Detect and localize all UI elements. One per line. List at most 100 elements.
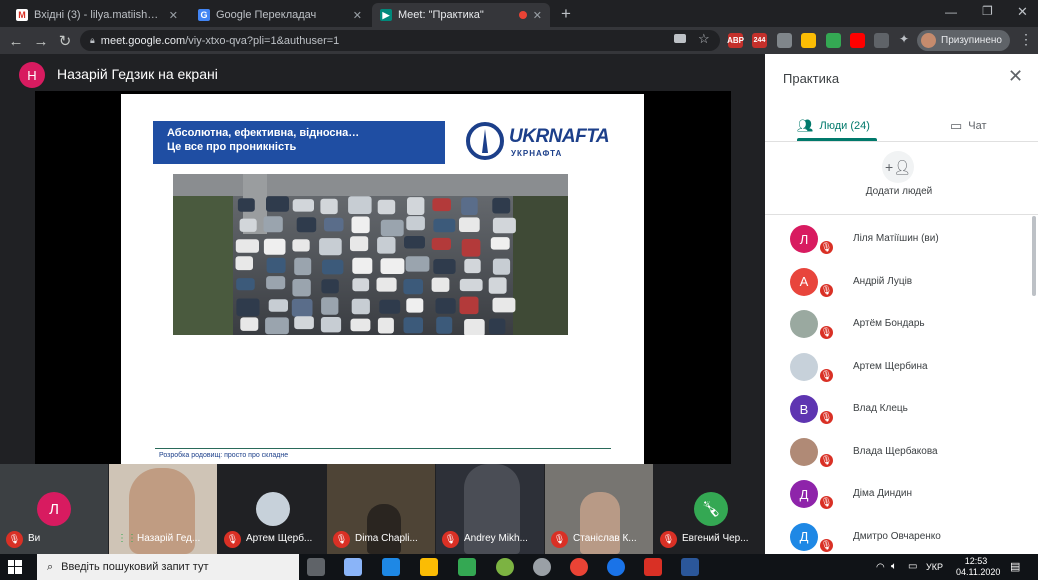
task-view-icon[interactable] (307, 558, 325, 576)
presentation-slide: Абсолютна, ефективна, відносна… Це все п… (121, 94, 644, 464)
puzzle-icon[interactable]: ✦ (899, 32, 909, 46)
scrollbar[interactable] (1032, 216, 1036, 296)
language-indicator[interactable]: УКР (926, 562, 943, 572)
participant-tile[interactable]: 🎙︎ Станіслав К... (545, 464, 653, 554)
avatar (790, 310, 818, 338)
participant-name: Артем Щерб... (246, 533, 313, 544)
camera-icon[interactable] (674, 34, 686, 43)
folder-icon[interactable] (420, 558, 438, 576)
participant-name: Ви (28, 533, 41, 544)
participant-name: Станіслав К... (573, 533, 637, 544)
logo-subtitle: УКРНАФТА (511, 149, 563, 158)
participant-tile[interactable]: 🍾︎ 🎙︎ Евгений Чер... (654, 464, 765, 554)
search-placeholder: Введіть пошуковий запит тут (61, 561, 209, 573)
logo-text: UKRNAFTA (509, 126, 610, 147)
participant-name: Андрій Луців (853, 275, 913, 287)
tab-chat[interactable]: ▭ Чат (950, 110, 987, 142)
close-icon[interactable]: ✕ (353, 9, 362, 22)
ext-teal-icon[interactable] (826, 33, 841, 48)
search-icon: ⌕ (47, 560, 54, 573)
youtube-icon[interactable] (850, 33, 865, 48)
tab-gmail[interactable]: M Вхідні (3) - lilya.matiishun@gmai ✕ (8, 3, 186, 27)
app-icon[interactable] (496, 558, 514, 576)
close-icon[interactable]: ✕ (169, 9, 178, 22)
chrome-icon[interactable] (570, 558, 588, 576)
participant-row[interactable]: Л 🎙︎ Ліля Матіїшин (ви) (765, 221, 1038, 263)
battery-icon[interactable]: ▭ (908, 561, 917, 572)
participant-name: Ліля Матіїшин (ви) (853, 233, 939, 244)
mic-off-icon: 🎙︎ (660, 531, 677, 548)
avatar: Д (790, 480, 818, 508)
participant-row[interactable]: 🎙︎ Влада Щербакова (765, 434, 1038, 476)
tab-meet[interactable]: ▶ Meet: "Практика" ✕ (372, 3, 550, 27)
mic-off-icon: 🎙︎ (224, 531, 241, 548)
mail-badge-icon[interactable]: 244 (752, 33, 767, 48)
app-icon[interactable] (382, 558, 400, 576)
clock[interactable]: 12:53 04.11.2020 (956, 556, 1001, 578)
taskbar-search[interactable]: ⌕ Введіть пошуковий запит тут (37, 554, 299, 580)
avatar: Л (37, 492, 71, 526)
abp-icon[interactable]: ABP (727, 33, 744, 48)
participant-name: Назарій Гед... (137, 533, 201, 544)
profile-button[interactable]: Призупинено (917, 30, 1010, 51)
video-feed (367, 504, 401, 554)
forward-button[interactable]: → (31, 31, 51, 51)
address-bar[interactable]: 🔒︎ meet.google.com /viy-xtxo-qva?pli=1&a… (80, 30, 720, 51)
avatar (790, 437, 818, 466)
participant-row[interactable]: В 🎙︎ Влад Клець (765, 391, 1038, 433)
participant-name: Dima Chapli... (355, 533, 418, 544)
star-icon[interactable]: ☆ (698, 31, 710, 47)
new-tab-button[interactable]: + (561, 4, 571, 24)
url-path: /viy-xtxo-qva?pli=1&authuser=1 (185, 34, 340, 47)
gmail-icon: M (16, 9, 28, 21)
participant-name: Andrey Mikh... (464, 533, 528, 544)
presenter-avatar: Н (19, 62, 45, 88)
ext-yellow-icon[interactable] (801, 33, 816, 48)
ext-dark-icon[interactable] (874, 33, 889, 48)
clock-date: 04.11.2020 (956, 567, 1001, 577)
slide-banner: Абсолютна, ефективна, відносна… Це все п… (153, 121, 445, 164)
mic-off-icon: 🎙︎ (818, 536, 835, 554)
participant-tile[interactable]: 🎙︎ Артем Щерб... (218, 464, 326, 554)
participant-row[interactable]: 🎙︎ Артем Щербина (765, 349, 1038, 391)
participant-tile[interactable]: 🎙︎ Andrey Mikh... (436, 464, 544, 554)
windows-taskbar: ⌕ Введіть пошуковий запит тут ◠ 🔈︎ ▭ УКР… (0, 554, 1038, 580)
meet-icon: ▶ (380, 9, 392, 21)
word-icon[interactable] (681, 558, 699, 576)
participant-row[interactable]: Д 🎙︎ Діма Диндин (765, 476, 1038, 518)
participant-row[interactable]: А 🎙︎ Андрій Луців (765, 264, 1038, 306)
app-icon[interactable] (607, 558, 625, 576)
mic-off-icon: 🎙︎ (818, 281, 835, 299)
participant-tile[interactable]: ⋮⋮ Назарій Гед... (109, 464, 217, 554)
participant-name: Влада Щербакова (853, 445, 938, 457)
participant-row[interactable]: 🎙︎ Артём Бондарь (765, 306, 1038, 348)
app-icon[interactable] (644, 558, 662, 576)
avatar: В (790, 395, 818, 423)
maximize-button[interactable]: ❐ (982, 4, 993, 18)
reload-button[interactable]: ↻ (55, 31, 75, 51)
add-people-icon[interactable]: +👤︎ (882, 151, 914, 183)
menu-icon[interactable]: ⋮ (1019, 31, 1033, 48)
tab-translate[interactable]: G Google Перекладач ✕ (190, 3, 370, 27)
notifications-icon[interactable]: ▤ (1010, 560, 1020, 573)
app-icon[interactable] (533, 558, 551, 576)
panel-title: Практика (783, 71, 840, 86)
back-button[interactable]: ← (6, 31, 26, 51)
avatar: Д (790, 522, 818, 551)
tab-chat-label: Чат (968, 120, 987, 132)
ext-gray-icon[interactable] (777, 33, 792, 48)
participant-tile[interactable]: Л 🎙︎ Ви (0, 464, 108, 554)
app-icon[interactable] (458, 558, 476, 576)
close-panel-button[interactable]: ✕ (1008, 66, 1023, 87)
tab-label: Meet: "Практика" (398, 9, 484, 21)
minimize-button[interactable]: — (945, 5, 957, 19)
window-close-button[interactable]: ✕ (1017, 4, 1028, 20)
participant-tile[interactable]: 🎙︎ Dima Chapli... (327, 464, 435, 554)
wifi-icon[interactable]: ◠ (876, 562, 885, 573)
add-people-button[interactable]: Додати людей (861, 186, 937, 197)
volume-icon[interactable]: 🔈︎ (891, 561, 897, 572)
windows-start-icon[interactable] (8, 560, 22, 574)
calculator-icon[interactable] (344, 558, 362, 576)
close-icon[interactable]: ✕ (533, 9, 542, 22)
chat-icon: ▭ (950, 118, 963, 133)
